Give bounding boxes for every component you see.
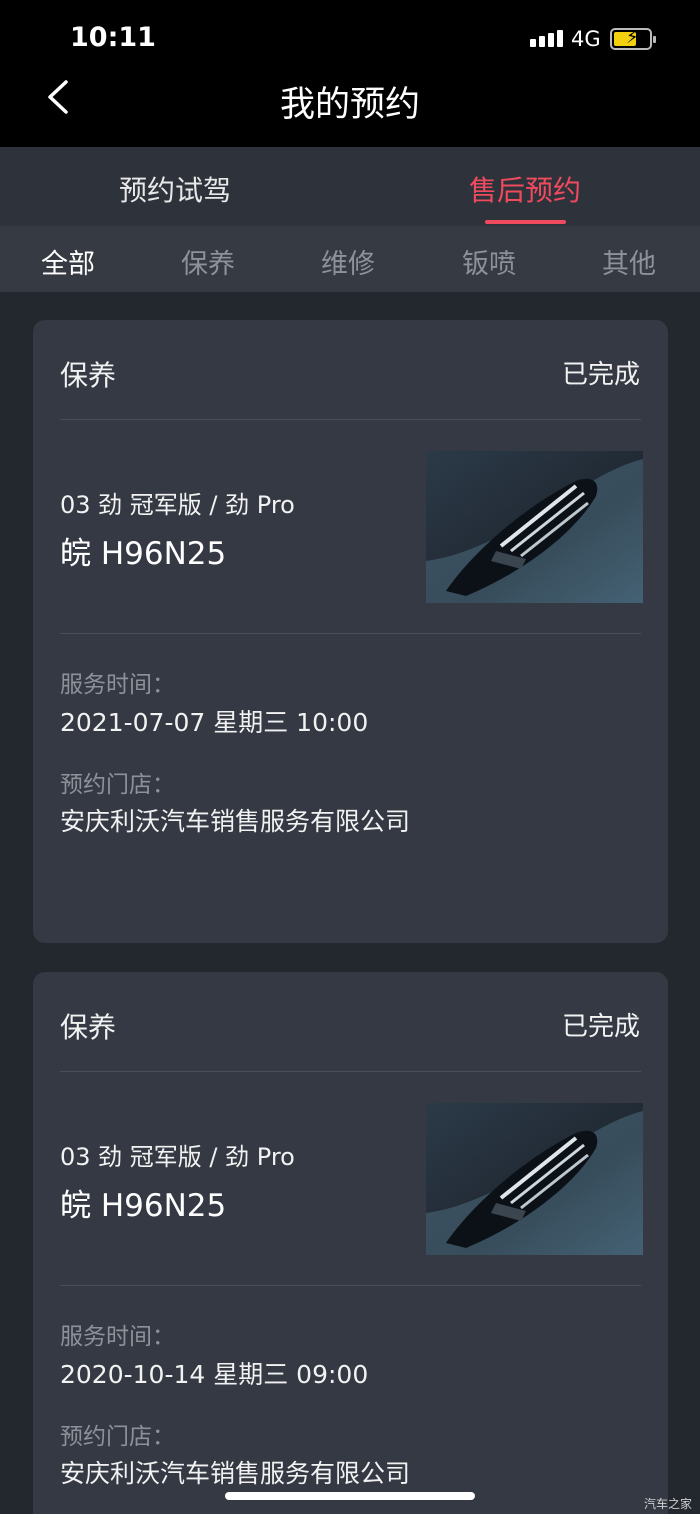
active-tab-indicator — [485, 220, 566, 224]
tab-bar: 预约试驾 售后预约 — [0, 147, 700, 226]
network-type: 4G — [571, 27, 601, 51]
service-type: 保养 — [60, 1011, 117, 1044]
license-plate: 皖 H96N25 — [60, 536, 227, 572]
car-model: 03 劲 冠军版 / 劲 Pro — [60, 491, 295, 519]
divider — [60, 1071, 641, 1072]
appointment-card[interactable]: 保养 已完成 03 劲 冠军版 / 劲 Pro 皖 H96N25 服务时间： 2… — [33, 320, 668, 943]
tab-test-drive[interactable]: 预约试驾 — [55, 169, 295, 209]
divider — [60, 1285, 641, 1286]
car-headlight-image — [426, 451, 643, 603]
nav-bar: 我的预约 — [0, 70, 700, 147]
status-time: 10:11 — [70, 22, 156, 53]
signal-icon — [530, 30, 563, 47]
service-type: 保养 — [60, 359, 117, 392]
car-headlight-image — [426, 1103, 643, 1255]
store-value: 安庆利沃汽车销售服务有限公司 — [60, 1459, 411, 1488]
home-indicator — [225, 1492, 475, 1500]
store-label: 预约门店： — [60, 1424, 175, 1450]
divider — [60, 633, 641, 634]
filter-bar: 全部 保养 维修 钣喷 其他 — [0, 226, 700, 292]
divider — [60, 419, 641, 420]
appointment-card[interactable]: 保养 已完成 03 劲 冠军版 / 劲 Pro 皖 H96N25 服务时间： 2… — [33, 972, 668, 1514]
service-time-value: 2020-10-14 星期三 09:00 — [60, 1360, 369, 1389]
tab-after-sales[interactable]: 售后预约 — [405, 169, 645, 209]
status-badge: 已完成 — [561, 360, 640, 390]
filter-repair[interactable]: 维修 — [321, 242, 375, 281]
page-title: 我的预约 — [279, 85, 420, 125]
store-label: 预约门店： — [60, 772, 175, 798]
battery-icon: ⚡ — [610, 27, 656, 50]
store-value: 安庆利沃汽车销售服务有限公司 — [60, 807, 411, 836]
service-time-label: 服务时间： — [60, 672, 175, 698]
filter-all[interactable]: 全部 — [41, 242, 95, 281]
watermark: 汽车之家 — [644, 1497, 693, 1511]
filter-other[interactable]: 其他 — [602, 242, 656, 281]
status-badge: 已完成 — [561, 1012, 640, 1042]
license-plate: 皖 H96N25 — [60, 1188, 227, 1224]
filter-maintenance[interactable]: 保养 — [181, 242, 235, 281]
filter-paint[interactable]: 钣喷 — [462, 242, 516, 281]
car-model: 03 劲 冠军版 / 劲 Pro — [60, 1143, 295, 1171]
status-bar: 10:11 4G ⚡ — [0, 0, 700, 70]
service-time-value: 2021-07-07 星期三 10:00 — [60, 708, 369, 737]
service-time-label: 服务时间： — [60, 1324, 175, 1350]
